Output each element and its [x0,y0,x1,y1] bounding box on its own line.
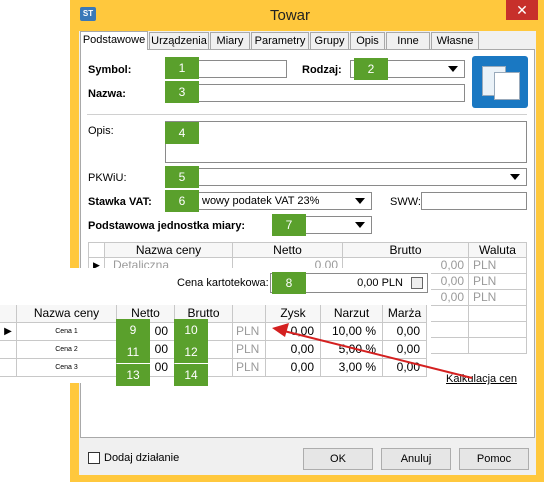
callout-badge: 6 [165,190,199,212]
callout-badge: 13 [116,364,150,386]
callout-badge: 12 [174,341,208,363]
callout-badge: 8 [272,272,306,294]
callout-badge: 4 [165,122,199,144]
callout-badge: 11 [116,341,150,363]
callout-badge: 1 [165,57,199,79]
callout-badge: 3 [165,81,199,103]
callout-badge: 5 [165,166,199,188]
callout-badge: 14 [174,364,208,386]
callout-badge: 7 [272,214,306,236]
callout-badge: 9 [116,319,150,341]
callout-badge: 10 [174,319,208,341]
annotation-arrow [272,323,473,379]
callout-badge: 2 [354,58,388,80]
